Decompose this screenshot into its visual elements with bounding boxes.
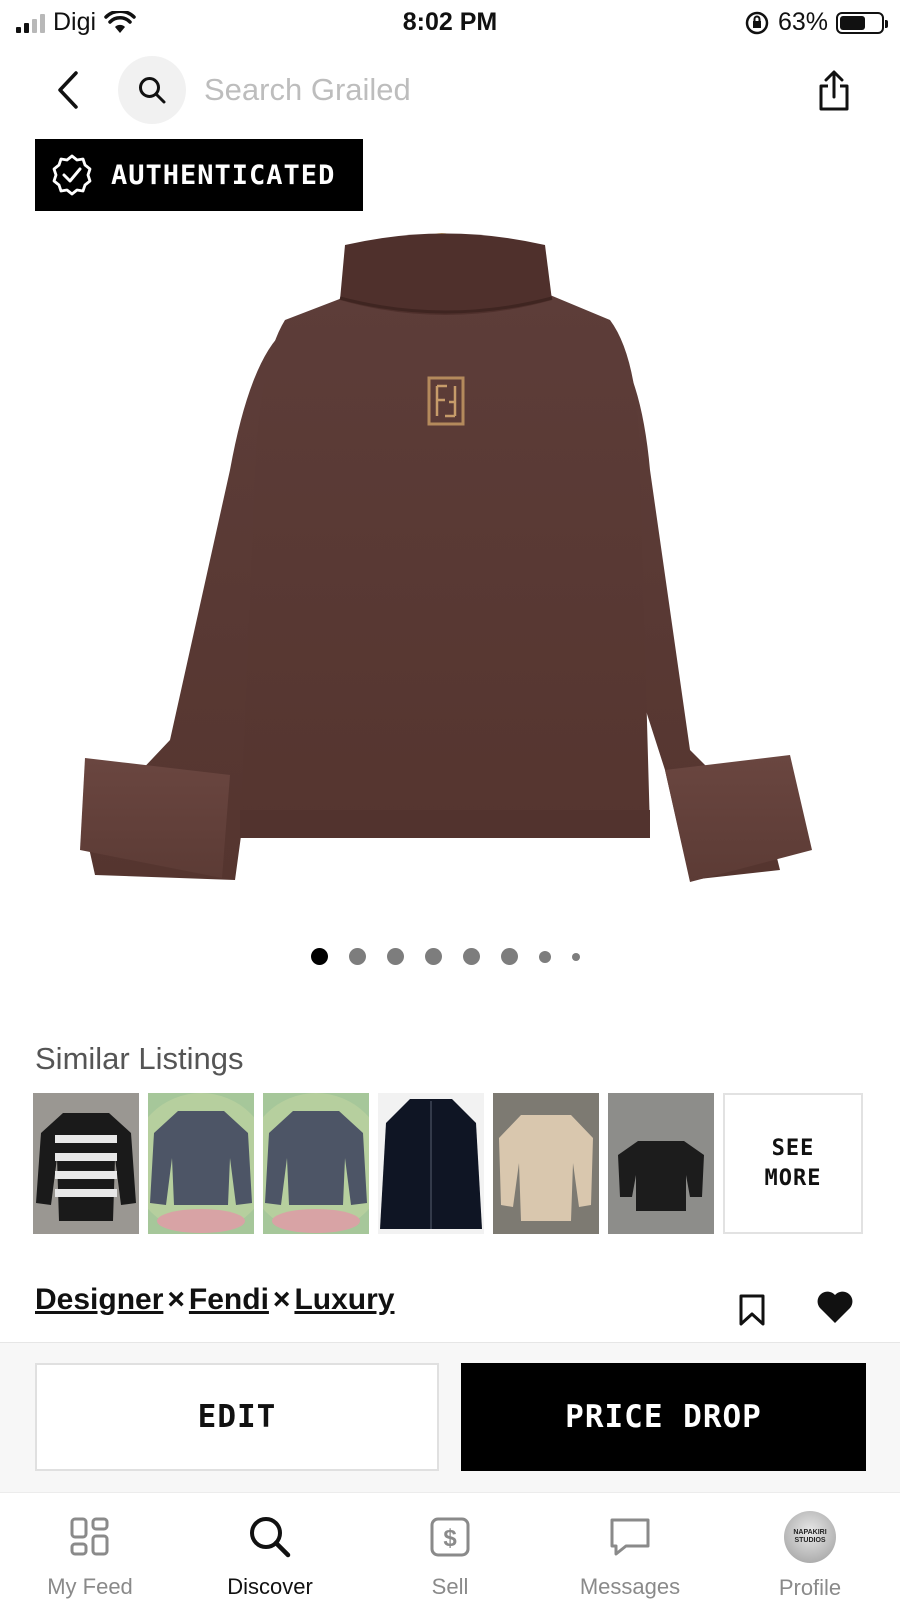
see-more-button[interactable]: SEE MORE — [723, 1093, 863, 1234]
carousel-dot[interactable] — [500, 948, 518, 965]
carousel-dot[interactable] — [310, 948, 328, 965]
similar-listing-thumb[interactable] — [378, 1093, 484, 1234]
tab-label: Sell — [431, 1574, 469, 1599]
carousel-dot[interactable] — [386, 948, 404, 965]
carousel-dot[interactable] — [571, 952, 580, 961]
see-more-label: SEE MORE — [764, 1135, 822, 1191]
back-icon — [58, 71, 78, 109]
carousel-dot[interactable] — [348, 948, 366, 965]
similar-listing-thumb[interactable] — [263, 1093, 369, 1234]
carousel-dot[interactable] — [538, 950, 551, 963]
share-icon — [819, 70, 849, 111]
back-button[interactable] — [44, 66, 92, 114]
dollar-tag-icon: $ — [430, 1517, 470, 1556]
tab-label: Profile — [778, 1575, 842, 1600]
favorite-button[interactable] — [816, 1290, 854, 1329]
tab-profile[interactable]: NAPAKIRI STUDIOS Profile — [720, 1493, 900, 1600]
similar-listing-thumb[interactable] — [148, 1093, 254, 1234]
product-photo[interactable] — [0, 210, 900, 910]
similar-listing-thumb[interactable] — [493, 1093, 599, 1234]
carousel-dot[interactable] — [424, 948, 442, 965]
designer-link[interactable]: Fendi — [189, 1283, 269, 1316]
tab-messages[interactable]: Messages — [540, 1493, 720, 1600]
right-cuff — [665, 755, 812, 882]
turtleneck-collar — [340, 233, 552, 315]
designer-tags: Designer × Fendi × Luxury — [35, 1283, 394, 1317]
search-button[interactable] — [118, 56, 186, 124]
top-nav: Search Grailed — [0, 54, 900, 126]
avatar: NAPAKIRI STUDIOS — [784, 1511, 836, 1563]
product-illustration — [80, 233, 812, 882]
bookmark-button[interactable] — [738, 1293, 766, 1332]
search-input[interactable]: Search Grailed — [204, 72, 411, 108]
status-bar: Digi 8:02 PM 63% — [0, 0, 900, 46]
designer-link[interactable]: Luxury — [294, 1283, 394, 1316]
action-bar: EDIT PRICE DROP — [0, 1342, 900, 1492]
bottom-tab-bar: My Feed Discover $ Sell Messages NAPAKIR… — [0, 1492, 900, 1600]
search-icon — [250, 1516, 291, 1557]
verified-check-icon — [52, 154, 92, 196]
similar-listings-title: Similar Listings — [35, 1041, 244, 1076]
authenticated-badge: AUTHENTICATED — [35, 139, 363, 211]
bookmark-icon — [739, 1294, 765, 1326]
status-right: 63% — [744, 8, 888, 37]
battery-level — [840, 15, 866, 30]
designer-separator: × — [272, 1283, 291, 1316]
heart-icon — [817, 1291, 853, 1323]
chat-bubble-icon — [610, 1518, 650, 1555]
edit-button[interactable]: EDIT — [35, 1363, 439, 1471]
hem — [240, 810, 650, 838]
battery-percent: 63% — [777, 8, 828, 36]
tab-label: Messages — [579, 1574, 681, 1599]
carousel-indicator[interactable] — [0, 948, 900, 965]
feed-grid-icon — [70, 1517, 109, 1555]
sweater-body — [240, 295, 650, 838]
similar-listing-thumb[interactable] — [608, 1093, 714, 1234]
tab-label: Discover — [227, 1574, 313, 1599]
tab-discover[interactable]: Discover — [180, 1493, 360, 1600]
battery-icon — [836, 11, 888, 34]
price-drop-button[interactable]: PRICE DROP — [461, 1363, 866, 1471]
orientation-lock-icon — [745, 11, 769, 34]
carousel-dot[interactable] — [462, 948, 480, 965]
share-button[interactable] — [810, 66, 858, 116]
designer-separator: × — [167, 1283, 185, 1316]
tab-label: My Feed — [47, 1574, 133, 1599]
similar-listings-row: SEE MORE — [33, 1093, 863, 1234]
tab-my-feed[interactable]: My Feed — [0, 1493, 180, 1600]
svg-text:$: $ — [443, 1525, 457, 1552]
avatar-text: NAPAKIRI STUDIOS — [793, 1529, 827, 1544]
designer-link[interactable]: Designer — [35, 1283, 163, 1316]
similar-listing-thumb[interactable] — [33, 1093, 139, 1234]
tab-sell[interactable]: $ Sell — [360, 1493, 540, 1600]
search-icon — [139, 77, 166, 104]
authenticated-label: AUTHENTICATED — [111, 159, 336, 191]
